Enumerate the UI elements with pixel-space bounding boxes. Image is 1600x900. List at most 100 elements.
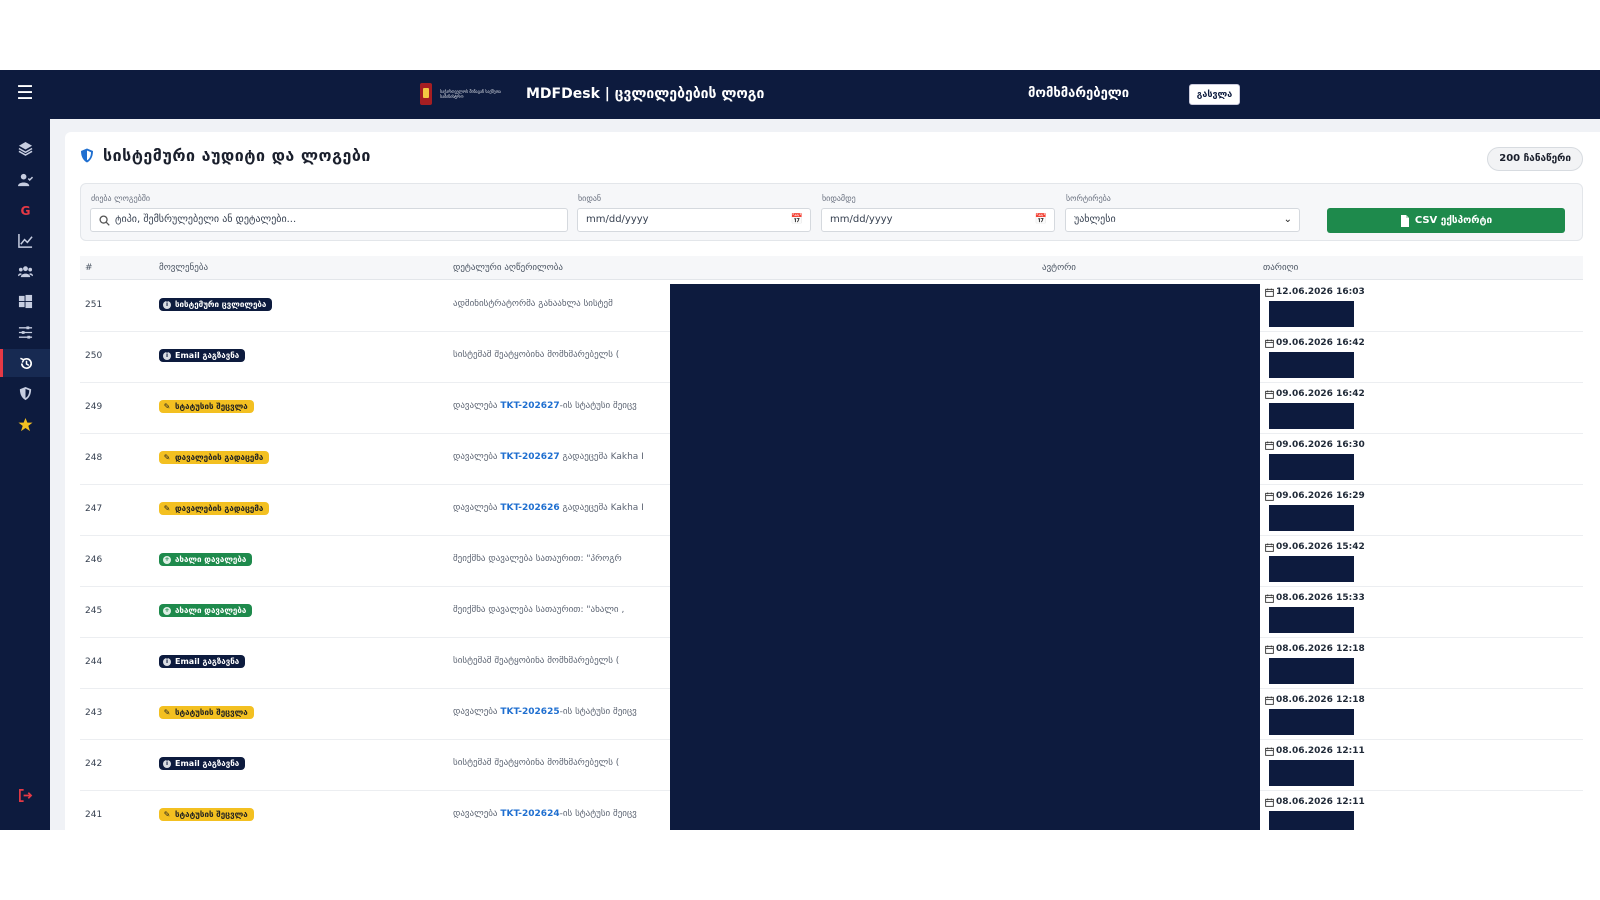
plus-circle-icon: +	[163, 555, 171, 564]
row-date: 08.06.2026 15:33	[1265, 593, 1365, 603]
sort-value: უახლესი	[1074, 214, 1116, 225]
date-value: 09.06.2026 16:42	[1276, 389, 1365, 399]
layers-icon	[18, 141, 32, 156]
ticket-link[interactable]: TKT-202625	[500, 707, 559, 717]
detail-description: დავალება TKT-202627 გადაეცემა Kakha I	[453, 452, 673, 462]
date-to-value: mm/dd/yyyy	[830, 214, 893, 225]
date-value: 09.06.2026 16:42	[1276, 338, 1365, 348]
event-type-badge: ✎ სტატუსის შეცვლა	[159, 808, 254, 821]
event-type-label: Email გაგზავნა	[175, 351, 240, 360]
page-heading: სისტემური აუდიტი და ლოგები	[79, 146, 371, 165]
calendar-icon	[1265, 542, 1274, 552]
redacted-region	[1269, 403, 1354, 429]
sliders-icon	[18, 325, 32, 339]
ticket-link[interactable]: TKT-202626	[500, 503, 559, 513]
detail-description: დავალება TKT-202626 გადაეცემა Kakha I	[453, 503, 673, 513]
detail-text-suffix: -ის სტატუსი შეიცვ	[559, 401, 637, 411]
records-count-badge: 200 ჩანაწერი	[1487, 147, 1583, 171]
row-date: 12.06.2026 16:03	[1265, 287, 1365, 297]
event-type-badge: i Email გაგზავნა	[159, 655, 246, 668]
current-user-name: მომხმარებელი	[1028, 86, 1130, 101]
calendar-icon	[1265, 644, 1274, 654]
detail-text: შეიქმნა დავალება სათაურით: "ახალი ,	[453, 605, 625, 615]
event-type-badge: + ახალი დავალება	[159, 553, 253, 566]
detail-text: ადმინისტრატორმა განაახლა სისტემ	[453, 299, 613, 309]
date-to-input[interactable]: mm/dd/yyyy 📅	[821, 208, 1055, 232]
event-type-label: ახალი დავალება	[175, 606, 247, 615]
sidebar-item-google[interactable]: G	[0, 196, 50, 224]
search-placeholder: ტიპი, შემსრულებელი ან დეტალები...	[115, 214, 297, 225]
detail-description: შეიქმნა დავალება სათაურით: "ახალი ,	[453, 605, 673, 615]
sidebar-item-windows[interactable]	[0, 287, 50, 315]
sort-select[interactable]: უახლესი ⌄	[1065, 208, 1300, 232]
sidebar-item-favorites[interactable]	[0, 410, 50, 438]
app-window: ☰ საქართველოს შინაგან საქმეთა სამინისტრო…	[0, 70, 1600, 830]
sidebar-item-layers[interactable]	[0, 134, 50, 162]
row-number: 251	[85, 300, 103, 310]
sidebar-item-history[interactable]	[0, 349, 50, 377]
redacted-region	[1269, 505, 1354, 531]
calendar-icon	[1265, 338, 1274, 348]
svg-text:G: G	[20, 204, 30, 218]
event-type-label: Email გაგზავნა	[175, 759, 240, 768]
ticket-link[interactable]: TKT-202627	[500, 401, 559, 411]
event-type-label: დავალების გადაცემა	[175, 453, 264, 462]
export-label: CSV ექსპორტი	[1414, 215, 1493, 226]
app-title: MDFDesk | ცვლილებების ლოგი	[526, 86, 765, 102]
search-label: ძიება ლოგებში	[91, 194, 151, 203]
row-number: 241	[85, 810, 103, 820]
detail-description: ადმინისტრატორმა განაახლა სისტემ	[453, 299, 673, 309]
row-number: 242	[85, 759, 103, 769]
sidebar-logout[interactable]	[0, 781, 50, 809]
plus-circle-icon: +	[163, 606, 171, 615]
ticket-link[interactable]: TKT-202624	[500, 809, 559, 819]
sidebar-item-security[interactable]	[0, 379, 50, 407]
calendar-icon	[1265, 491, 1274, 501]
event-type-badge: ✎ დავალების გადაცემა	[159, 502, 270, 515]
shield-icon	[19, 386, 31, 400]
event-type-badge: i Email გაგზავნა	[159, 757, 246, 770]
user-check-icon	[17, 173, 33, 186]
event-type-label: სისტემური ცვლილება	[175, 300, 267, 309]
detail-text-suffix: -ის სტატუსი შეიცვ	[559, 707, 637, 717]
col-details: დეტალური აღწერილობა	[453, 263, 563, 273]
menu-toggle-icon[interactable]: ☰	[14, 82, 36, 104]
calendar-icon[interactable]: 📅	[791, 209, 803, 231]
row-number: 248	[85, 453, 103, 463]
date-value: 08.06.2026 12:11	[1276, 797, 1365, 807]
calendar-icon[interactable]: 📅	[1035, 209, 1047, 231]
event-type-label: სტატუსის შეცვლა	[175, 708, 248, 717]
search-input[interactable]: ტიპი, შემსრულებელი ან დეტალები...	[90, 208, 568, 232]
detail-text: დავალება	[453, 707, 501, 717]
sidebar-item-users[interactable]	[0, 257, 50, 285]
audit-log-card: სისტემური აუდიტი და ლოგები 200 ჩანაწერი …	[65, 132, 1600, 830]
detail-text: დავალება	[453, 809, 501, 819]
calendar-icon	[1265, 797, 1274, 807]
detail-text: დავალება	[453, 401, 501, 411]
detail-text-suffix: გადაეცემა Kakha I	[559, 503, 644, 513]
sidebar-item-settings[interactable]	[0, 318, 50, 346]
windows-icon	[18, 294, 32, 308]
detail-text: სისტემამ შეატყობინა მომხმარებელს (	[453, 758, 620, 768]
detail-text: შეიქმნა დავალება სათაურით: "პროგრ	[453, 554, 622, 564]
date-from-input[interactable]: mm/dd/yyyy 📅	[577, 208, 811, 232]
detail-text-suffix: -ის სტატუსი შეიცვ	[559, 809, 637, 819]
logout-button[interactable]: გასვლა	[1189, 84, 1240, 105]
date-value: 12.06.2026 16:03	[1276, 287, 1365, 297]
redacted-region	[1269, 760, 1354, 786]
calendar-icon	[1265, 440, 1274, 450]
detail-text: სისტემამ შეატყობინა მომხმარებელს (	[453, 656, 620, 666]
calendar-icon	[1265, 746, 1274, 756]
detail-description: სისტემამ შეატყობინა მომხმარებელს (	[453, 350, 673, 360]
ticket-link[interactable]: TKT-202627	[500, 452, 559, 462]
sidebar-item-user-check[interactable]	[0, 165, 50, 193]
brand[interactable]: საქართველოს შინაგან საქმეთა სამინისტრო M…	[420, 82, 764, 106]
csv-export-button[interactable]: CSV ექსპორტი	[1327, 208, 1565, 233]
logo-text: საქართველოს შინაგან საქმეთა სამინისტრო	[440, 89, 501, 99]
sidebar-item-chart[interactable]	[0, 226, 50, 254]
sign-out-icon	[18, 788, 32, 802]
redacted-region	[1269, 556, 1354, 582]
row-date: 09.06.2026 16:42	[1265, 389, 1365, 399]
filter-panel: ძიება ლოგებში ტიპი, შემსრულებელი ან დეტა…	[80, 183, 1583, 241]
event-type-badge: i სისტემური ცვლილება	[159, 298, 273, 311]
